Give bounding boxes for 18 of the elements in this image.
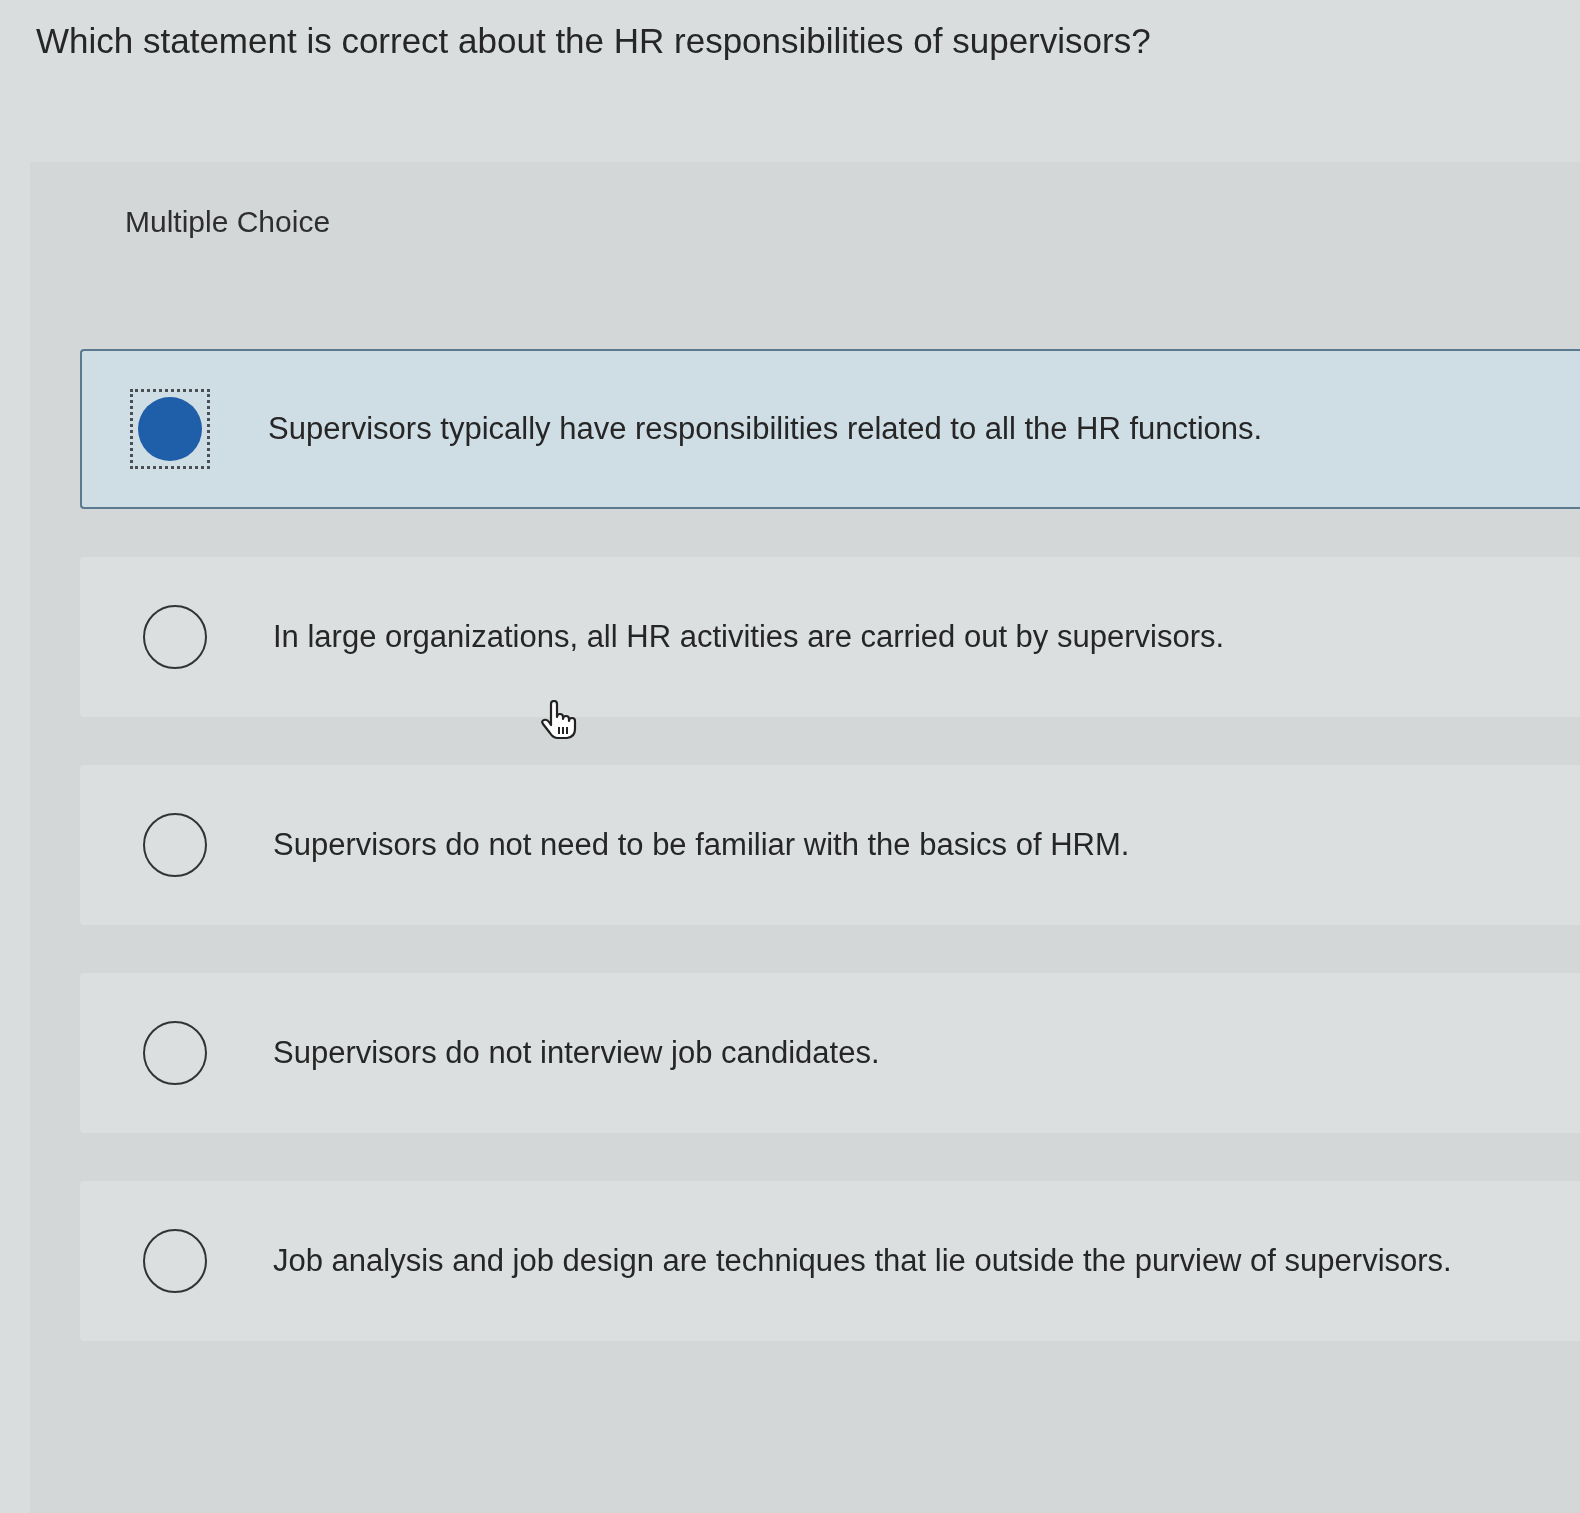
hand-pointer-icon [540, 700, 578, 740]
question-text: Which statement is correct about the HR responsibilities of supervisors? [36, 20, 1151, 62]
radio-button[interactable] [143, 605, 207, 669]
question-type-label: Multiple Choice [125, 204, 331, 240]
radio-button[interactable] [143, 1021, 207, 1085]
radio-button[interactable] [130, 389, 210, 469]
answer-option[interactable]: Supervisors do not need to be familiar with the basics of HRM. [80, 765, 1580, 925]
option-text: Job analysis and job design are techniques that lie outside the purview of supervisors. [273, 1241, 1452, 1280]
radio-button[interactable] [143, 1229, 207, 1293]
radio-button[interactable] [143, 813, 207, 877]
option-text: Supervisors do not need to be familiar with the basics of HRM. [273, 825, 1130, 864]
answer-option[interactable]: Supervisors do not interview job candidates. [80, 973, 1580, 1133]
answer-option[interactable]: Supervisors typically have responsibilities related to all the HR functions. [80, 349, 1580, 509]
option-text: In large organizations, all HR activities are carried out by supervisors. [273, 617, 1225, 656]
option-text: Supervisors typically have responsibilities related to all the HR functions. [268, 409, 1263, 448]
option-text: Supervisors do not interview job candidates. [273, 1033, 880, 1072]
answer-option[interactable]: In large organizations, all HR activities are carried out by supervisors. [80, 557, 1580, 717]
answer-option[interactable]: Job analysis and job design are techniques that lie outside the purview of supervisors. [80, 1181, 1580, 1341]
